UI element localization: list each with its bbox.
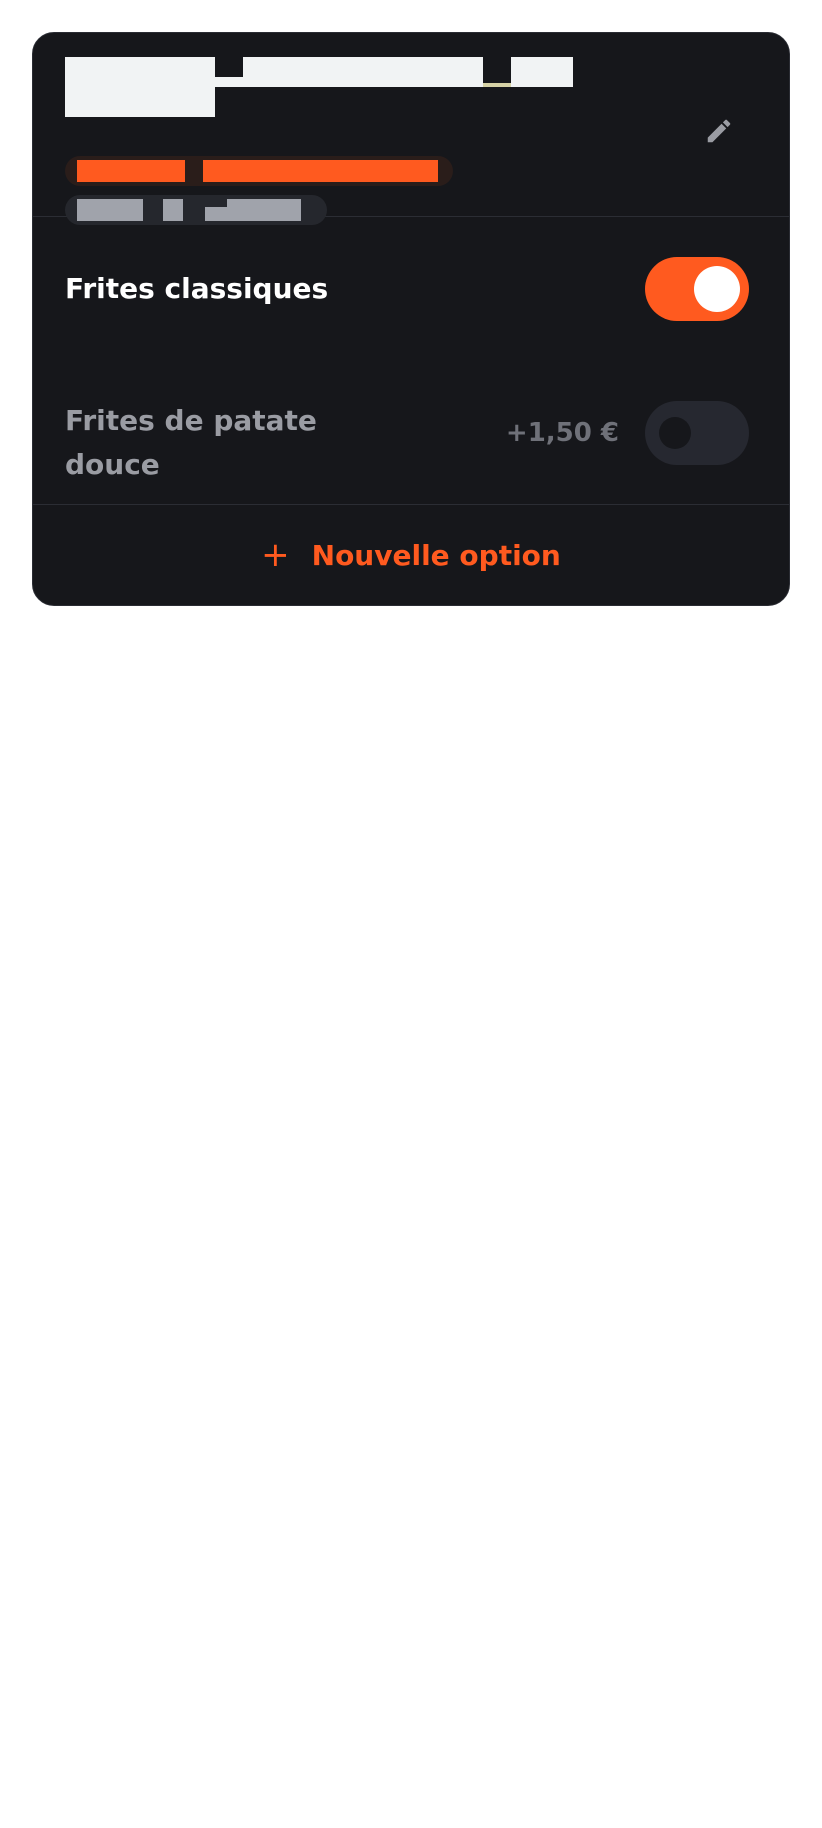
toggle-knob: [659, 417, 691, 449]
toggle-knob: [694, 266, 740, 312]
option-row: Frites de patate douce +1,50 €: [33, 361, 789, 505]
group-title-redacted-line-2: [65, 87, 757, 117]
edit-button[interactable]: [697, 109, 741, 153]
option-label: Frites classiques: [65, 272, 329, 305]
option-label: Frites de patate douce: [65, 404, 317, 481]
add-option-label: Nouvelle option: [311, 538, 561, 572]
option-group-header: [33, 33, 789, 217]
plus-icon: +: [261, 535, 290, 575]
option-group-card: Frites classiques Frites de patate douce…: [32, 32, 790, 606]
option-row: Frites classiques: [33, 217, 789, 361]
pencil-icon: [707, 119, 731, 143]
group-title-redacted: [65, 57, 757, 87]
option-price: +1,50 €: [505, 418, 619, 448]
group-tag-redacted: [65, 156, 453, 186]
option-toggle-on[interactable]: [645, 257, 749, 321]
add-option-button[interactable]: + Nouvelle option: [33, 505, 789, 605]
option-toggle-off[interactable]: [645, 401, 749, 465]
